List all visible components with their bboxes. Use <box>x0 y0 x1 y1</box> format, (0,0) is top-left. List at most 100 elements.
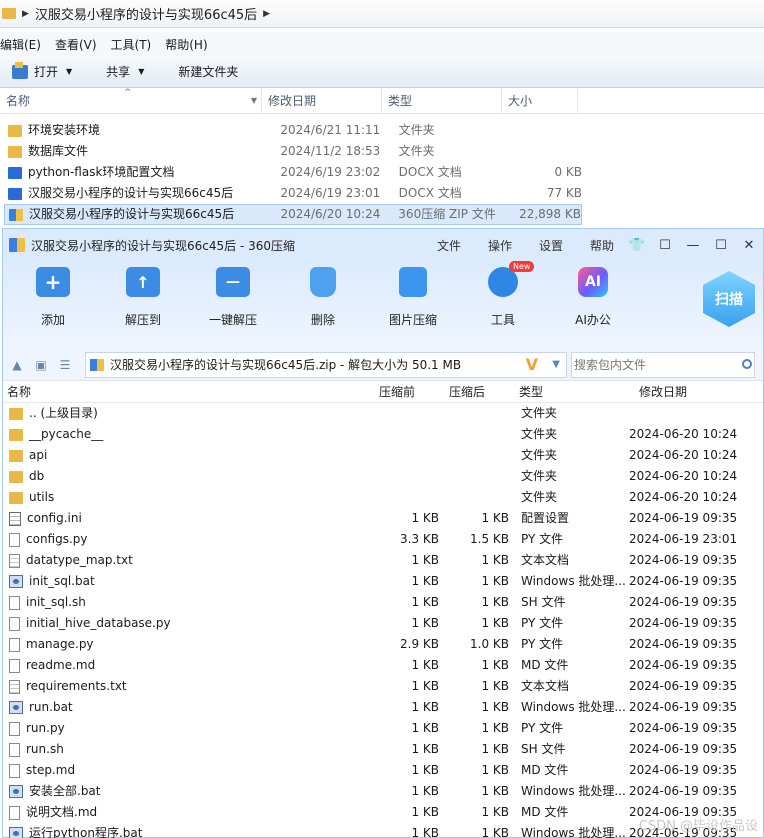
zip-file-row[interactable]: config.ini 1 KB 1 KB 配置设置 2024-06-19 09:35 <box>3 508 763 529</box>
folder-icon <box>9 470 23 483</box>
zip-file-name: api <box>29 448 48 462</box>
file-row[interactable]: 汉服交易小程序的设计与实现66c45后 2024/6/19 23:01 DOCX 文… <box>0 183 764 204</box>
column-name[interactable]: 名称 ^ ▼ <box>0 87 262 114</box>
zcol-modified[interactable]: 修改日期 <box>635 383 755 400</box>
maximize-button[interactable]: ☐ <box>707 238 735 253</box>
scan-label: 扫描 <box>715 292 743 308</box>
column-size[interactable]: 大小 <box>502 87 578 114</box>
ai-office-icon: AI <box>578 267 608 297</box>
ai-office-button[interactable]: AI AI办公 <box>553 267 633 328</box>
column-modified[interactable]: 修改日期 <box>262 87 382 114</box>
file-row-selected[interactable]: 汉服交易小程序的设计与实现66c45后 2024/6/20 10:24 360压缩 … <box>0 204 764 225</box>
chevron-right-icon[interactable]: ▶ <box>263 9 270 19</box>
zip-file-row[interactable]: initial_hive_database.py 1 KB 1 KB PY 文件 202… <box>3 613 763 634</box>
delete-button[interactable]: 删除 <box>283 267 363 328</box>
zip-file-date: 2024-06-19 09:35 <box>629 763 738 777</box>
zip-file-type: SH 文件 <box>521 595 566 609</box>
column-modified-label: 修改日期 <box>268 93 317 108</box>
one-click-extract-button[interactable]: 一键解压 <box>193 267 273 328</box>
zip-file-row[interactable]: step.md 1 KB 1 KB MD 文件 2024-06-19 09:35 <box>3 760 763 781</box>
file-row[interactable]: python-flask环境配置文档 2024/6/19 23:02 DOCX 文档… <box>0 162 764 183</box>
zip-file-type: 文件夹 <box>521 406 558 420</box>
zip-file-row[interactable]: .. (上级目录) 文件夹 <box>3 403 763 424</box>
tools-button[interactable]: New 工具 <box>463 261 543 328</box>
zip-file-name: run.bat <box>29 700 73 714</box>
image-compress-button[interactable]: 图片压缩 <box>373 267 453 328</box>
menu-edit[interactable]: 编辑(E) <box>0 36 41 53</box>
menu-view[interactable]: 查看(V) <box>55 36 97 53</box>
zip-file-row[interactable]: api 文件夹 2024-06-20 10:24 <box>3 445 763 466</box>
breadcrumb[interactable]: 汉服交易小程序的设计与实现66c45后 <box>35 4 257 23</box>
zip-file-name: db <box>29 469 45 483</box>
file-date: 2024/6/19 23:01 <box>280 186 381 200</box>
file-row[interactable]: 数据库文件 2024/11/2 18:53 文件夹 <box>0 141 764 162</box>
file-name: python-flask环境配置文档 <box>28 165 175 179</box>
zip-file-original: 1 KB <box>481 511 509 525</box>
file-size: 22,898 KB <box>519 207 581 221</box>
batch-file-icon <box>9 701 23 714</box>
open-button[interactable]: 打开 ▼ <box>12 61 72 80</box>
extract-to-button[interactable]: 解压到 <box>103 267 183 328</box>
zip-file-row[interactable]: datatype_map.txt 1 KB 1 KB 文本文档 2024-06-19 0… <box>3 550 763 571</box>
view-list-icon[interactable]: ☰ <box>55 358 75 372</box>
search-input[interactable]: 搜索包内文件 <box>571 351 755 378</box>
zip-menu-operate[interactable]: 操作 <box>488 237 512 254</box>
up-arrow-icon[interactable]: ▲ <box>7 358 27 372</box>
zip-file-name-cell: utils <box>3 487 365 508</box>
add-button[interactable]: 添加 <box>13 267 93 328</box>
minimize-button[interactable]: — <box>679 238 707 253</box>
zcol-compressed[interactable]: 压缩前 <box>375 383 445 400</box>
address-bar[interactable]: ▶ 汉服交易小程序的设计与实现66c45后 ▶ <box>0 0 764 28</box>
zip-file-type: PY 文件 <box>521 721 564 735</box>
zip-file-row[interactable]: utils 文件夹 2024-06-20 10:24 <box>3 487 763 508</box>
search-icon[interactable] <box>742 358 752 369</box>
zip-path-text: 汉服交易小程序的设计与实现66c45后.zip - 解包大小为 50.1 MB <box>110 358 462 372</box>
zip-file-row[interactable]: run.sh 1 KB 1 KB SH 文件 2024-06-19 09:35 <box>3 739 763 760</box>
zip-title-bar[interactable]: 汉服交易小程序的设计与实现66c45后 - 360压缩 文件 操作 设置 帮助 … <box>3 229 763 261</box>
zip-file-row[interactable]: init_sql.sh 1 KB 1 KB SH 文件 2024-06-19 09:35 <box>3 592 763 613</box>
zip-file-type: 配置设置 <box>521 511 570 525</box>
zip-file-row[interactable]: db 文件夹 2024-06-20 10:24 <box>3 466 763 487</box>
menu-tools[interactable]: 工具(T) <box>111 36 152 53</box>
zip-file-row[interactable]: 安装全部.bat 1 KB 1 KB Windows 批处理... 2024-06-19… <box>3 781 763 802</box>
file-date: 2024/6/19 23:02 <box>280 165 381 179</box>
scan-button[interactable]: 扫描 <box>703 271 755 327</box>
folder-icon <box>8 124 22 137</box>
zip-file-row[interactable]: manage.py 2.9 KB 1.0 KB PY 文件 2024-06-19 09:… <box>3 634 763 655</box>
zip-file-original: 1 KB <box>481 763 509 777</box>
chevron-right-icon[interactable]: ▶ <box>22 9 29 19</box>
zip-file-row[interactable]: __pycache__ 文件夹 2024-06-20 10:24 <box>3 424 763 445</box>
zip-file-original: 1.0 KB <box>470 637 509 651</box>
extract-label: 解压到 <box>124 313 161 327</box>
zip-file-row[interactable]: configs.py 3.3 KB 1.5 KB PY 文件 2024-06-19 23… <box>3 529 763 550</box>
zip-file-type: PY 文件 <box>521 532 564 546</box>
zip-file-row[interactable]: run.py 1 KB 1 KB PY 文件 2024-06-19 09:35 <box>3 718 763 739</box>
share-button[interactable]: 共享 ▼ <box>106 63 144 80</box>
column-type[interactable]: 类型 <box>382 87 502 114</box>
close-button[interactable]: ✕ <box>735 238 763 253</box>
zip-file-name: configs.py <box>26 532 88 546</box>
menu-help[interactable]: 帮助(H) <box>165 36 207 53</box>
zip-file-type: 文本文档 <box>521 679 570 693</box>
view-thumbnail-icon[interactable]: ▣ <box>31 358 51 372</box>
zip-menu-file[interactable]: 文件 <box>437 237 461 254</box>
zip-file-row[interactable]: readme.md 1 KB 1 KB MD 文件 2024-06-19 09:35 <box>3 655 763 676</box>
skin-icon[interactable]: 👕 <box>623 238 651 253</box>
zip-file-name-cell: run.sh <box>3 739 365 760</box>
zip-file-row[interactable]: requirements.txt 1 KB 1 KB 文本文档 2024-06-19 0… <box>3 676 763 697</box>
zip-menu-settings[interactable]: 设置 <box>539 237 563 254</box>
new-folder-button[interactable]: 新建文件夹 <box>178 63 238 80</box>
file-icon <box>9 532 20 547</box>
zcol-name[interactable]: 名称 <box>3 383 375 400</box>
feedback-icon[interactable]: ☐ <box>651 238 679 253</box>
zcol-original[interactable]: 压缩后 <box>445 383 515 400</box>
zip-menu-help[interactable]: 帮助 <box>590 237 614 254</box>
zip-path-field[interactable]: 汉服交易小程序的设计与实现66c45后.zip - 解包大小为 50.1 MB … <box>85 351 567 378</box>
zip-file-row[interactable]: run.bat 1 KB 1 KB Windows 批处理... 2024-06-19 … <box>3 697 763 718</box>
chevron-down-icon[interactable]: ▼ <box>552 359 560 370</box>
zip-file-date: 2024-06-19 09:35 <box>629 616 738 630</box>
zcol-type[interactable]: 类型 <box>515 383 635 400</box>
zip-file-row[interactable]: init_sql.bat 1 KB 1 KB Windows 批处理... 2024-0… <box>3 571 763 592</box>
share-label: 共享 <box>106 65 131 79</box>
file-row[interactable]: 环境安装环境 2024/6/21 11:11 文件夹 <box>0 120 764 141</box>
